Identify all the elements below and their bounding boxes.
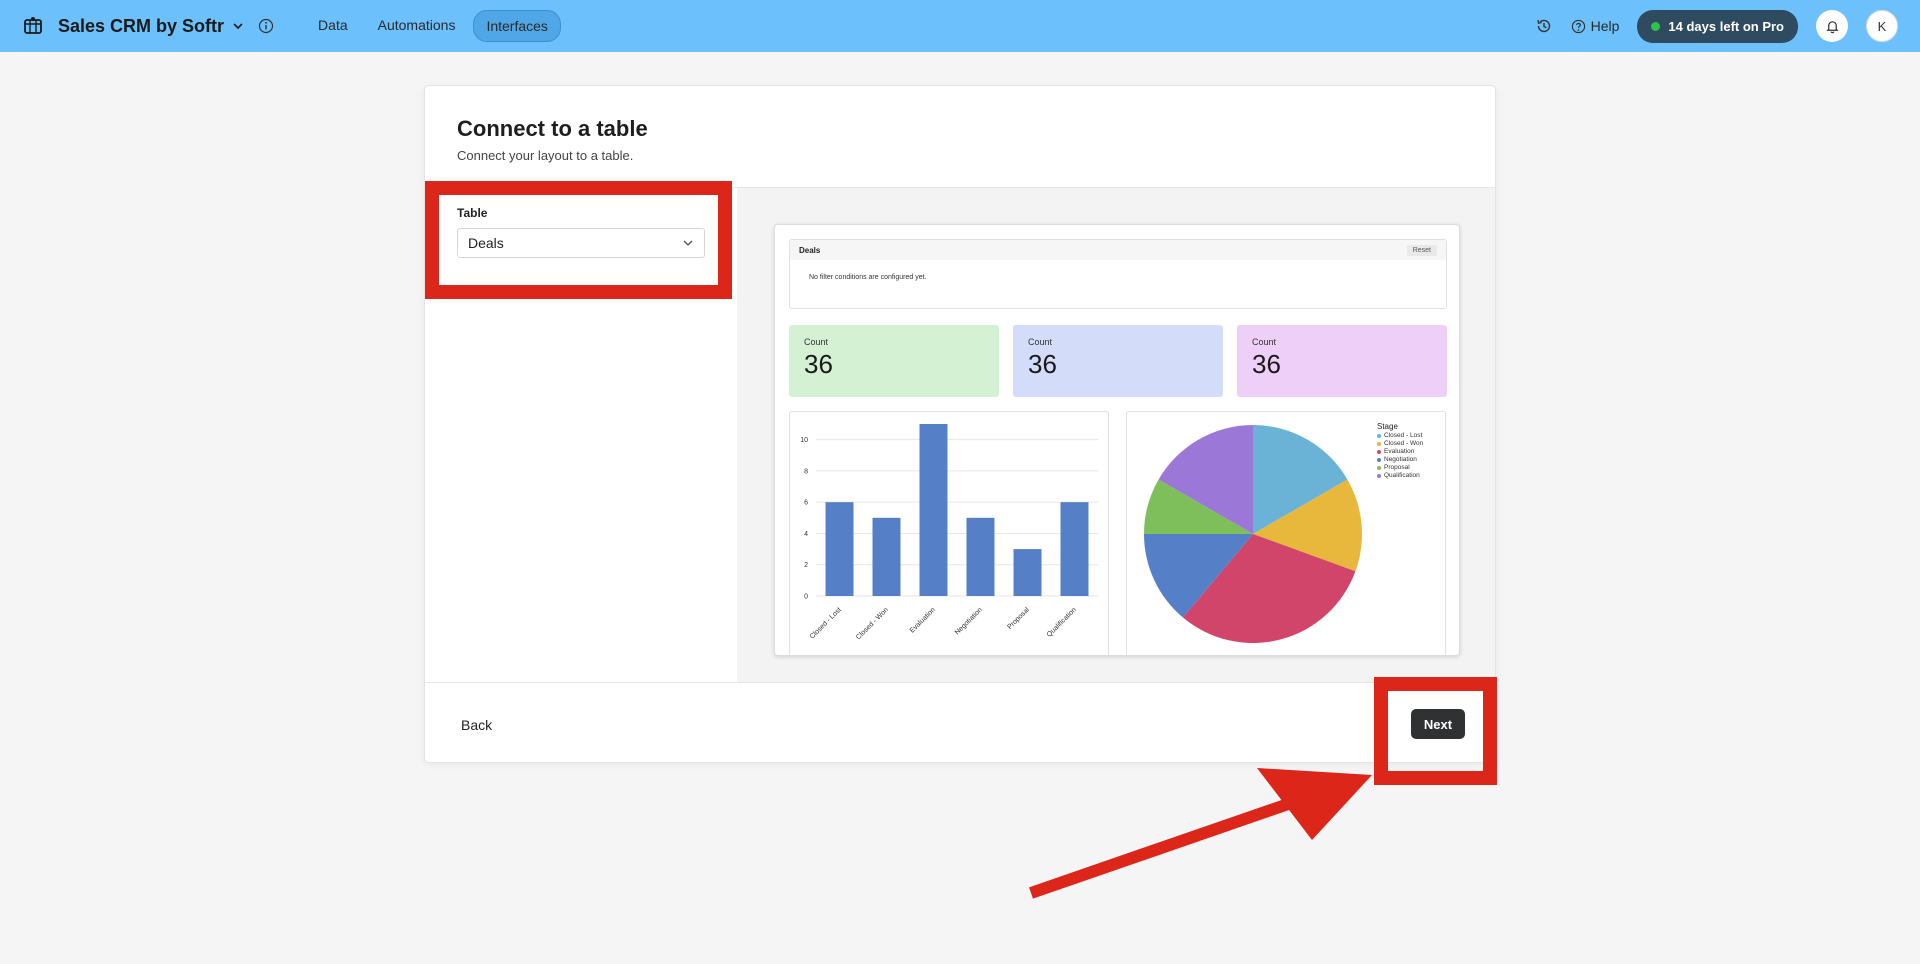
annotation-arrow-icon — [1029, 768, 1372, 899]
